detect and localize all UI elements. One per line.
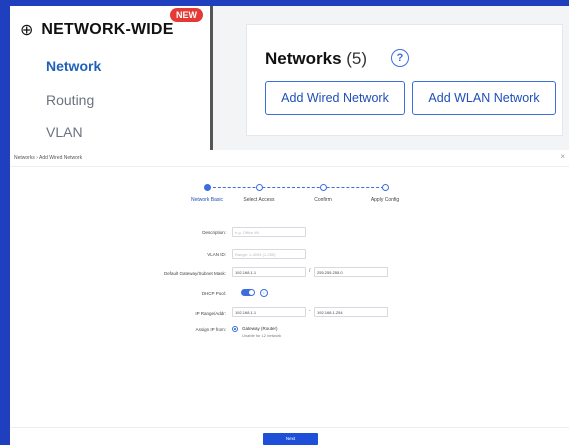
networks-label: Networks bbox=[265, 49, 342, 68]
add-wlan-network-button[interactable]: Add WLAN Network bbox=[412, 81, 556, 115]
next-button[interactable]: Next bbox=[263, 433, 318, 445]
description-input[interactable]: e.g. Office Wi bbox=[232, 227, 306, 237]
modal-header: Networks › Add Wired Network × bbox=[10, 150, 569, 167]
networks-card: Networks (5) ? Add Wired Network Add WLA… bbox=[246, 24, 563, 136]
sidebar-item-routing[interactable]: Routing bbox=[46, 92, 94, 108]
modal-footer-divider bbox=[10, 427, 569, 428]
description-label: Description: bbox=[202, 230, 226, 235]
network-overview-panel: ⊕ NETWORK-WIDE NEW Network Routing VLAN … bbox=[10, 6, 569, 150]
sidebar-item-network[interactable]: Network bbox=[46, 58, 101, 74]
step-confirm[interactable]: Confirm bbox=[314, 197, 332, 203]
gateway-radio-label: Gateway (Router) bbox=[242, 326, 278, 331]
ip-range-label: IP Range/Addr: bbox=[195, 311, 226, 316]
new-badge: NEW bbox=[170, 8, 203, 22]
step-network-basic[interactable]: Network Basic bbox=[191, 197, 223, 203]
step-dot-2 bbox=[256, 184, 263, 191]
step-dot-4 bbox=[382, 184, 389, 191]
info-icon[interactable]: i bbox=[260, 289, 268, 297]
vlan-id-input[interactable]: Range: 1-4094 (1-255) bbox=[232, 249, 306, 259]
ip-range-start-input[interactable]: 192.168.1.1 bbox=[232, 307, 306, 317]
sidebar-section-header[interactable]: ⊕ NETWORK-WIDE bbox=[20, 20, 174, 40]
step-select-access[interactable]: Select Access bbox=[243, 197, 274, 203]
gateway-radio[interactable] bbox=[232, 326, 238, 332]
help-icon[interactable]: ? bbox=[391, 49, 409, 67]
add-wired-network-button[interactable]: Add Wired Network bbox=[265, 81, 405, 115]
ip-range-separator: - bbox=[309, 308, 311, 314]
sidebar-item-vlan[interactable]: VLAN bbox=[46, 124, 83, 140]
subnet-mask-input[interactable]: 255.255.255.0 bbox=[314, 267, 388, 277]
gateway-input[interactable]: 192.168.1.1 bbox=[232, 267, 306, 277]
dhcp-pool-toggle[interactable] bbox=[241, 289, 255, 296]
gateway-label: Default Gateway/Subnet Mask: bbox=[163, 271, 226, 276]
breadcrumb: Networks › Add Wired Network bbox=[14, 155, 83, 161]
step-dot-3 bbox=[320, 184, 327, 191]
sidebar-section-title: NETWORK-WIDE bbox=[41, 21, 174, 38]
gateway-separator: / bbox=[309, 268, 311, 274]
assign-ip-label: Assign IP from: bbox=[195, 327, 226, 332]
step-dot-1 bbox=[204, 184, 211, 191]
stepper-track bbox=[208, 187, 384, 188]
close-icon[interactable]: × bbox=[560, 152, 565, 161]
vlan-id-label: VLAN ID: bbox=[207, 252, 226, 257]
sidebar: ⊕ NETWORK-WIDE NEW Network Routing VLAN bbox=[10, 6, 213, 150]
networks-heading: Networks (5) bbox=[265, 49, 367, 69]
add-wired-network-modal: Networks › Add Wired Network × bbox=[10, 150, 569, 445]
ip-range-end-input[interactable]: 192.168.1.254 bbox=[314, 307, 388, 317]
step-apply-config[interactable]: Apply Config bbox=[371, 197, 399, 203]
dhcp-pool-label: DHCP Pool: bbox=[201, 291, 226, 296]
globe-icon: ⊕ bbox=[20, 22, 34, 39]
networks-count: (5) bbox=[346, 49, 368, 68]
gateway-radio-hint: Unable for L2 network bbox=[242, 333, 282, 338]
